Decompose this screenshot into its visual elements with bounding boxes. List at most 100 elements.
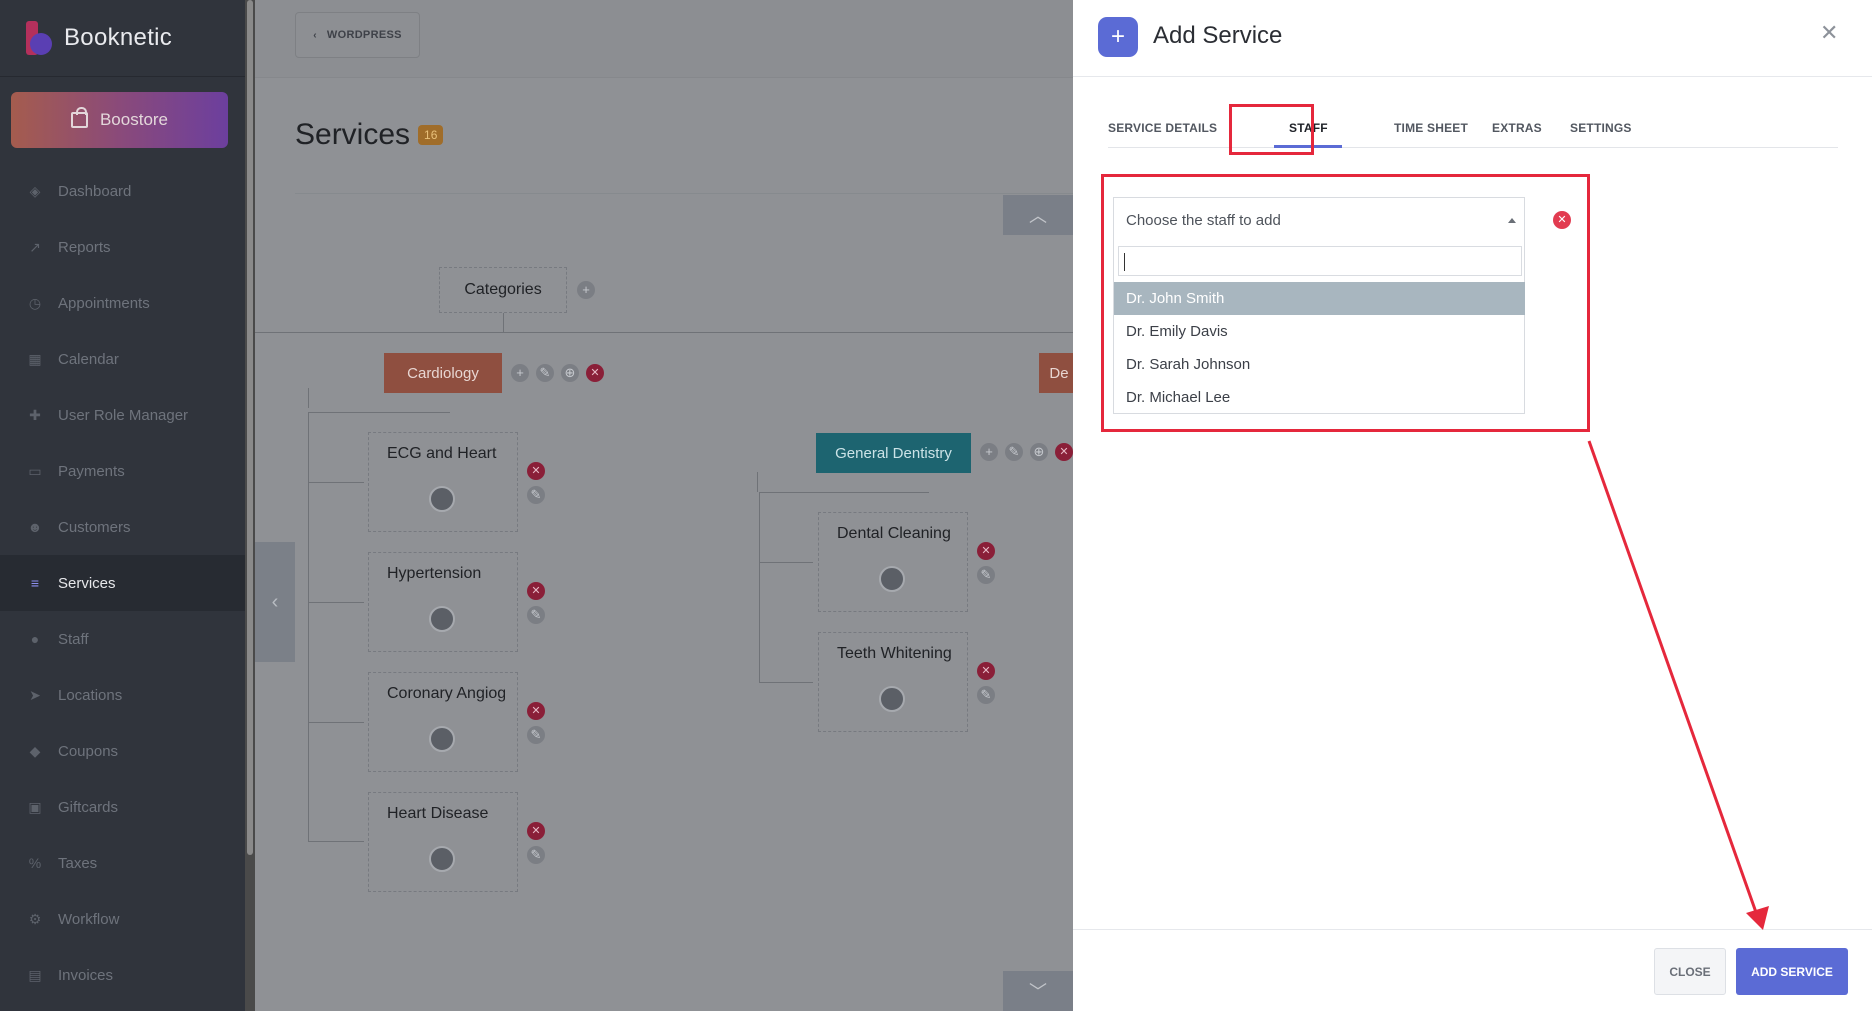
modal-tabs: SERVICE DETAILS STAFF TIME SHEET EXTRAS … bbox=[1108, 112, 1838, 148]
page-title: Services 16 bbox=[295, 118, 444, 152]
tab-extras[interactable]: EXTRAS bbox=[1492, 121, 1542, 135]
sidebar-scrollbar[interactable] bbox=[245, 0, 255, 1011]
sidebar-item-label: Payments bbox=[58, 462, 125, 480]
delete-icon[interactable]: ✕ bbox=[527, 582, 545, 600]
close-button[interactable]: CLOSE bbox=[1654, 948, 1726, 995]
topbar: ‹ WORDPRESS bbox=[255, 0, 1073, 78]
service-card[interactable]: Hypertension bbox=[368, 552, 518, 652]
sidebar-item-dashboard[interactable]: ◈ Dashboard bbox=[0, 163, 245, 219]
boostore-button[interactable]: Boostore bbox=[11, 92, 228, 148]
brand[interactable]: Booknetic bbox=[26, 20, 172, 56]
sidebar-item-reports[interactable]: ↗ Reports bbox=[0, 219, 245, 275]
add-service-modal: + Add Service ✕ SERVICE DETAILS STAFF TI… bbox=[1073, 0, 1872, 1011]
sidebar-item-services[interactable]: ≡ Services bbox=[0, 555, 245, 611]
service-name: Hypertension bbox=[387, 565, 482, 582]
edit-icon[interactable]: ✎ bbox=[536, 364, 554, 382]
edit-icon[interactable]: ✎ bbox=[1005, 443, 1023, 461]
scroll-left-button[interactable]: ‹ bbox=[255, 542, 295, 662]
delete-icon[interactable]: ✕ bbox=[1055, 443, 1073, 461]
scroll-down-button[interactable]: ﹀ bbox=[1003, 971, 1073, 1011]
sidebar-item-label: Calendar bbox=[58, 350, 119, 368]
service-name: Teeth Whitening bbox=[837, 645, 952, 662]
service-card[interactable]: Dental Cleaning bbox=[818, 512, 968, 612]
edit-icon[interactable]: ✎ bbox=[527, 846, 545, 864]
tree-line bbox=[308, 412, 450, 413]
sidebar-item-label: User Role Manager bbox=[58, 406, 189, 424]
dashboard-icon: ◈ bbox=[29, 182, 41, 199]
edit-icon[interactable]: ✎ bbox=[527, 486, 545, 504]
sidebar-item-coupons[interactable]: ◆ Coupons bbox=[0, 723, 245, 779]
tab-time-sheet[interactable]: TIME SHEET bbox=[1394, 121, 1468, 135]
sidebar-item-customers[interactable]: ☻ Customers bbox=[0, 499, 245, 555]
category-label: General Dentistry bbox=[835, 444, 952, 462]
add-category-icon[interactable]: + bbox=[577, 281, 595, 299]
sidebar-item-appointments[interactable]: ◷ Appointments bbox=[0, 275, 245, 331]
sidebar-item-calendar[interactable]: ▦ Calendar bbox=[0, 331, 245, 387]
close-icon[interactable]: ✕ bbox=[1820, 20, 1838, 46]
delete-icon[interactable]: ✕ bbox=[977, 662, 995, 680]
edit-icon[interactable]: ✎ bbox=[977, 566, 995, 584]
avatar bbox=[429, 726, 455, 752]
sidebar-item-workflow[interactable]: ⚙ Workflow bbox=[0, 891, 245, 947]
sidebar-item-user-role-manager[interactable]: ✚ User Role Manager bbox=[0, 387, 245, 443]
services-page: ‹ WORDPRESS Services 16 ︿ ﹀ ‹ Categories … bbox=[255, 0, 1073, 1011]
category-cardiology[interactable]: Cardiology bbox=[384, 353, 502, 393]
booknetic-logo-icon bbox=[26, 21, 52, 55]
category-general-dentistry[interactable]: General Dentistry bbox=[816, 433, 971, 473]
service-card[interactable]: Teeth Whitening bbox=[818, 632, 968, 732]
sidebar-item-payments[interactable]: ▭ Payments bbox=[0, 443, 245, 499]
add-service-button-label: ADD SERVICE bbox=[1751, 964, 1833, 979]
giftcards-icon: ▣ bbox=[28, 798, 42, 815]
tree-line bbox=[759, 492, 760, 682]
wordpress-back-button[interactable]: ‹ WORDPRESS bbox=[295, 12, 420, 58]
sidebar-item-taxes[interactable]: % Taxes bbox=[0, 835, 245, 891]
delete-icon[interactable]: ✕ bbox=[586, 364, 604, 382]
delete-icon[interactable]: ✕ bbox=[527, 822, 545, 840]
tree-line bbox=[308, 482, 364, 483]
globe-icon[interactable]: ⊕ bbox=[561, 364, 579, 382]
scroll-up-button[interactable]: ︿ bbox=[1003, 195, 1073, 235]
service-card[interactable]: ECG and Heart bbox=[368, 432, 518, 532]
plus-icon: + bbox=[1098, 17, 1138, 57]
sidebar-item-staff[interactable]: ● Staff bbox=[0, 611, 245, 667]
workflow-icon: ⚙ bbox=[28, 910, 42, 927]
tree-line bbox=[759, 492, 929, 493]
delete-icon[interactable]: ✕ bbox=[527, 702, 545, 720]
sidebar-item-label: Coupons bbox=[58, 742, 119, 760]
payments-icon: ▭ bbox=[28, 462, 42, 479]
tree-line bbox=[255, 332, 1073, 333]
categories-root: Categories bbox=[439, 267, 567, 313]
service-card[interactable]: Heart Disease bbox=[368, 792, 518, 892]
user-role-icon: ✚ bbox=[29, 406, 41, 423]
tree-line bbox=[757, 472, 758, 492]
customers-icon: ☻ bbox=[27, 519, 43, 535]
sidebar-item-giftcards[interactable]: ▣ Giftcards bbox=[0, 779, 245, 835]
avatar bbox=[879, 566, 905, 592]
sidebar-item-label: Workflow bbox=[58, 910, 120, 928]
service-card[interactable]: Coronary Angiography bbox=[368, 672, 518, 772]
modal-footer: CLOSE ADD SERVICE bbox=[1073, 929, 1872, 1011]
sidebar-nav: ◈ Dashboard ↗ Reports ◷ Appointments ▦ Calen… bbox=[0, 163, 245, 1003]
tab-service-details[interactable]: SERVICE DETAILS bbox=[1108, 121, 1217, 135]
edit-icon[interactable]: ✎ bbox=[527, 606, 545, 624]
globe-icon[interactable]: ⊕ bbox=[1030, 443, 1048, 461]
sidebar-item-label: Giftcards bbox=[58, 798, 119, 816]
staff-icon: ● bbox=[30, 631, 40, 647]
add-icon[interactable]: + bbox=[511, 364, 529, 382]
sidebar-item-locations[interactable]: ➤ Locations bbox=[0, 667, 245, 723]
scrollbar-thumb[interactable] bbox=[247, 0, 253, 855]
tab-settings[interactable]: SETTINGS bbox=[1570, 121, 1632, 135]
edit-icon[interactable]: ✎ bbox=[977, 686, 995, 704]
shopping-bag-icon bbox=[70, 107, 88, 128]
wordpress-back-label: WORDPRESS bbox=[326, 29, 402, 41]
delete-icon[interactable]: ✕ bbox=[527, 462, 545, 480]
add-service-button[interactable]: ADD SERVICE bbox=[1736, 948, 1848, 995]
edit-icon[interactable]: ✎ bbox=[527, 726, 545, 744]
add-icon[interactable]: + bbox=[980, 443, 998, 461]
page-title-text: Services bbox=[295, 118, 411, 151]
sidebar-item-invoices[interactable]: ▤ Invoices bbox=[0, 947, 245, 1003]
delete-icon[interactable]: ✕ bbox=[977, 542, 995, 560]
page-divider bbox=[295, 193, 1073, 194]
category-partial[interactable]: De bbox=[1039, 353, 1073, 393]
brand-name: Booknetic bbox=[64, 24, 173, 51]
